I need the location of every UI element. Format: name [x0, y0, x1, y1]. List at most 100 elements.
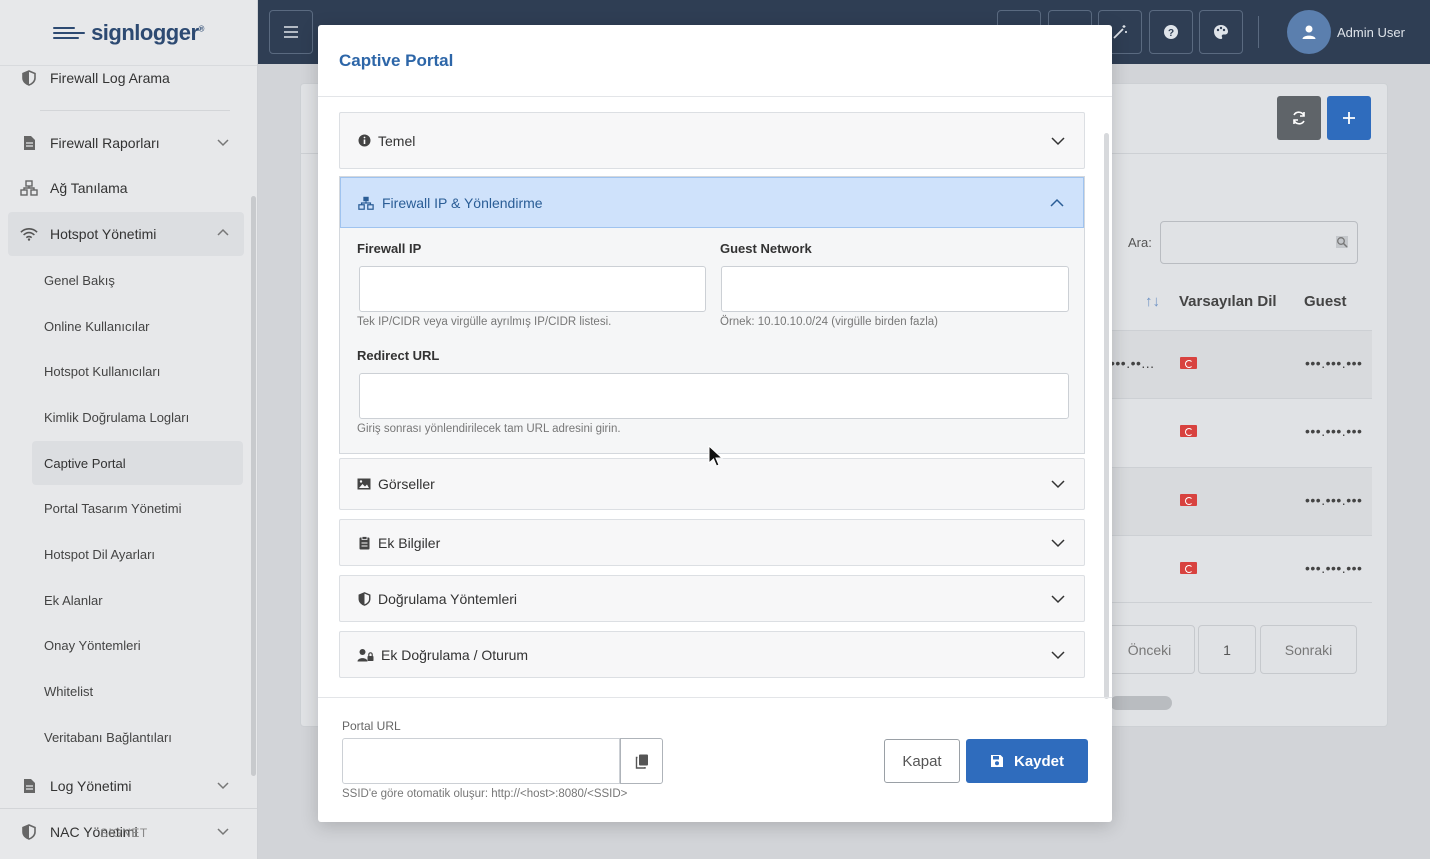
portal-url-input[interactable]	[342, 738, 620, 784]
svg-text:?: ?	[1168, 28, 1174, 39]
network-icon	[358, 195, 374, 211]
masked-cell: •••.•••.•••	[1305, 492, 1363, 508]
redirect-url-label: Redirect URL	[357, 348, 440, 363]
pagination-next-button[interactable]: Sonraki	[1260, 625, 1357, 674]
sidebar-sub-item[interactable]: Veritabanı Bağlantıları	[32, 715, 243, 759]
chevron-down-icon	[1051, 136, 1065, 145]
sidebar-sub-item[interactable]: Onay Yöntemleri	[32, 623, 243, 667]
turkey-flag-icon	[1180, 425, 1197, 437]
topbar-separator	[1258, 16, 1259, 48]
sidebar-footer-text: SIGNET	[100, 826, 148, 840]
firewall-ip-label: Firewall IP	[357, 241, 422, 256]
avatar[interactable]	[1287, 10, 1331, 54]
chevron-down-icon	[1051, 650, 1065, 659]
turkey-flag-icon	[1180, 494, 1197, 506]
redirect-url-help: Giriş sonrası yönlendirilecek tam URL ad…	[357, 423, 621, 435]
help-button[interactable]: ?	[1149, 10, 1193, 54]
sidebar-divider	[0, 808, 257, 809]
sidebar-sub-item[interactable]: Genel Bakış	[32, 258, 243, 302]
sidebar-sub-item-active[interactable]: Captive Portal	[32, 441, 243, 485]
chevron-up-icon	[1050, 198, 1064, 207]
copy-url-button[interactable]	[620, 738, 663, 784]
guest-network-help: Örnek: 10.10.10.0/24 (virgülle birden fa…	[720, 316, 938, 328]
column-header-guest[interactable]: Guest	[1304, 293, 1347, 310]
sidebar-divider	[40, 110, 230, 111]
accordion-firewall-ip: Firewall IP & Yönlendirme Firewall IP Te…	[339, 176, 1085, 454]
sidebar-sub-item[interactable]: Whitelist	[32, 669, 243, 713]
modal-footer-divider	[318, 697, 1112, 698]
table-search-input[interactable]	[1160, 221, 1358, 264]
accordion-ek-dogrulama-oturum[interactable]: Ek Doğrulama / Oturum	[339, 631, 1085, 678]
chevron-down-icon	[217, 828, 229, 836]
captive-portal-modal: Captive Portal Temel Firewall IP & Yönle…	[318, 25, 1112, 822]
portal-url-help: SSID'e göre otomatik oluşur: http://<hos…	[342, 788, 628, 800]
copy-icon	[635, 754, 648, 769]
table-horizontal-scrollbar[interactable]	[1110, 696, 1172, 710]
sidebar-item-hotspot-yonetimi[interactable]: Hotspot Yönetimi	[8, 212, 244, 256]
pagination-page-button[interactable]: 1	[1198, 625, 1256, 674]
theme-button[interactable]	[1199, 10, 1243, 54]
user-name[interactable]: Admin User	[1337, 25, 1405, 40]
portal-url-label: Portal URL	[342, 719, 401, 733]
sidebar-sub-item[interactable]: Online Kullanıcılar	[32, 304, 243, 348]
accordion-ek-bilgiler[interactable]: Ek Bilgiler	[339, 519, 1085, 566]
table-row[interactable]: •••.•••.•••	[1110, 398, 1372, 466]
search-label: Ara:	[1128, 235, 1152, 250]
sidebar-sub-item[interactable]: Hotspot Dil Ayarları	[32, 532, 243, 576]
save-button-label: Kaydet	[1013, 752, 1065, 770]
sidebar-item-label: Firewall Raporları	[50, 135, 160, 151]
masked-cell: •••.•••.•••	[1305, 355, 1363, 371]
sort-icon[interactable]: ↑↓	[1145, 293, 1160, 310]
sidebar-scrollbar[interactable]	[251, 196, 256, 776]
sidebar-sub-item[interactable]: Ek Alanlar	[32, 578, 243, 622]
save-button[interactable]: Kaydet	[966, 739, 1088, 783]
sidebar: signlogger® Firewall Log Arama Firewall …	[0, 0, 258, 859]
clipboard-icon	[357, 535, 371, 550]
refresh-icon	[1293, 111, 1305, 125]
sidebar-item-ag-tanilama[interactable]: Ağ Tanılama	[8, 166, 244, 210]
firewall-ip-input[interactable]	[359, 266, 706, 312]
accordion-title: Görseller	[378, 476, 435, 492]
masked-cell: •••.•••.•••	[1305, 560, 1363, 576]
table-row[interactable]: •••.•••.•••	[1110, 467, 1372, 535]
masked-cell: •••.••...	[1110, 355, 1155, 371]
file-icon	[20, 134, 38, 152]
sidebar-sub-item[interactable]: Hotspot Kullanıcıları	[32, 349, 243, 393]
menu-toggle-button[interactable]	[269, 10, 313, 54]
pagination-prev-button[interactable]: Önceki	[1104, 625, 1195, 674]
close-button[interactable]: Kapat	[884, 739, 960, 783]
table-row[interactable]: •••.•••.•••	[1110, 535, 1372, 603]
guest-network-input[interactable]	[721, 266, 1069, 312]
logo-mark-icon	[53, 26, 86, 39]
modal-header-divider	[318, 96, 1112, 97]
modal-title: Captive Portal	[339, 51, 454, 70]
accordion-dogrulama-yontemleri[interactable]: Doğrulama Yöntemleri	[339, 575, 1085, 622]
accordion-firewall-ip-header[interactable]: Firewall IP & Yönlendirme	[340, 177, 1084, 228]
accordion-temel[interactable]: Temel	[339, 112, 1085, 169]
network-icon	[20, 179, 38, 197]
modal-scrollbar[interactable]	[1104, 133, 1109, 699]
shield-icon	[20, 823, 38, 841]
firewall-ip-help: Tek IP/CIDR veya virgülle ayrılmış IP/CI…	[357, 316, 612, 328]
search-icon	[1336, 236, 1348, 248]
sidebar-item-label: Ağ Tanılama	[50, 180, 128, 196]
wifi-icon	[20, 225, 38, 243]
plus-icon	[1343, 112, 1355, 124]
add-button[interactable]	[1327, 96, 1371, 140]
accordion-title: Firewall IP & Yönlendirme	[382, 194, 543, 211]
accordion-title: Ek Doğrulama / Oturum	[381, 646, 529, 663]
sidebar-item-log-yonetimi[interactable]: Log Yönetimi	[8, 764, 244, 808]
sidebar-sub-item[interactable]: Portal Tasarım Yönetimi	[32, 486, 243, 530]
sidebar-sub-item[interactable]: Kimlik Doğrulama Logları	[32, 395, 243, 439]
refresh-button[interactable]	[1277, 96, 1321, 140]
sidebar-item-firewall-raporlari[interactable]: Firewall Raporları	[8, 121, 244, 165]
hamburger-icon	[284, 26, 298, 38]
user-lock-icon	[357, 648, 374, 662]
chevron-down-icon	[217, 139, 229, 147]
table-row[interactable]: •••.••... •••.•••.•••	[1110, 330, 1372, 398]
sidebar-item-label: Firewall Log Arama	[50, 70, 170, 86]
column-header-default-language[interactable]: Varsayılan Dil	[1179, 293, 1277, 310]
chevron-down-icon	[217, 782, 229, 790]
sidebar-item-firewall-log-arama[interactable]: Firewall Log Arama	[8, 56, 244, 100]
redirect-url-input[interactable]	[359, 373, 1069, 419]
